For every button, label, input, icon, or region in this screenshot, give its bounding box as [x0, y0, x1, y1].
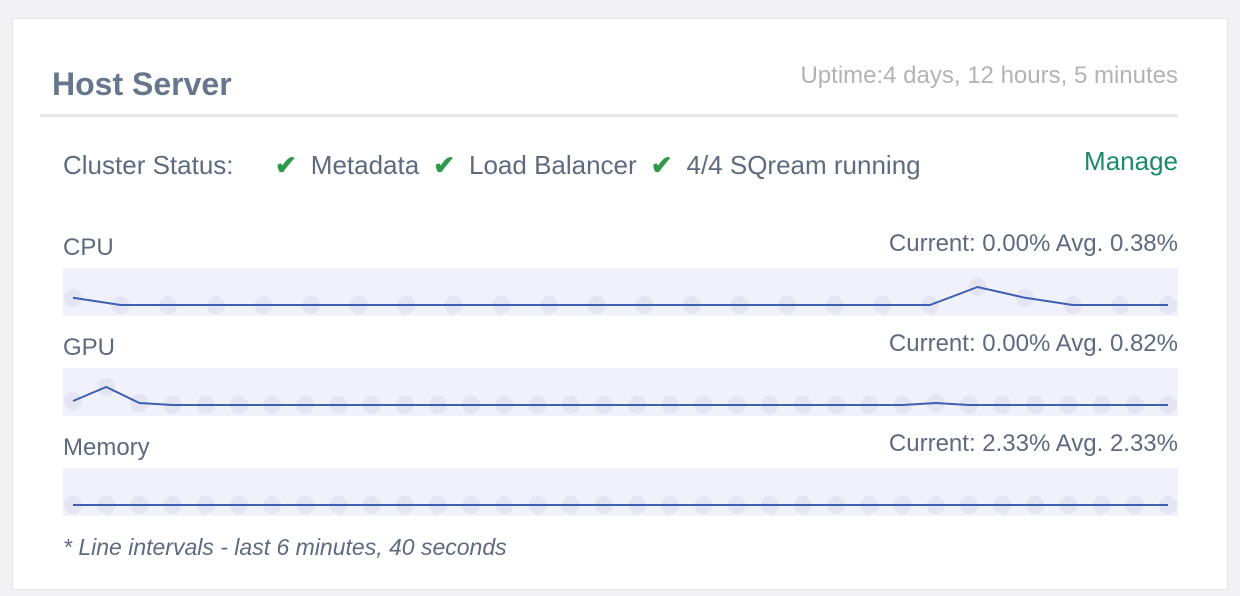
status-item-metadata: ✔ Metadata [275, 150, 419, 181]
check-icon: ✔ [433, 150, 455, 180]
metric-name: CPU [63, 234, 114, 261]
footnote: * Line intervals - last 6 minutes, 40 se… [63, 534, 507, 560]
cluster-status-row: Cluster Status: ✔ Metadata ✔ Load Balanc… [63, 146, 1178, 186]
status-item-sqream: ✔ 4/4 SQream running [651, 150, 921, 181]
manage-link[interactable]: Manage [1084, 146, 1178, 177]
metric-name: Memory [63, 434, 150, 461]
cpu-sparkline-chart [64, 278, 1177, 314]
memory-sparkline [63, 468, 1178, 516]
check-icon: ✔ [650, 150, 673, 180]
cluster-status-items: ✔ Metadata ✔ Load Balancer ✔ 4/4 SQream … [275, 150, 935, 181]
cpu-sparkline [63, 268, 1178, 316]
status-item-label: 4/4 SQream running [686, 150, 921, 180]
metric-name: GPU [63, 334, 116, 361]
gpu-sparkline-chart [64, 378, 1177, 414]
uptime-text: Uptime:4 days, 12 hours, 5 minutes [800, 62, 1178, 89]
memory-sparkline-chart [64, 496, 1177, 514]
metric-stats: Current: 0.00% Avg. 0.38% [888, 230, 1178, 257]
status-item-label: Metadata [310, 150, 420, 180]
sparkline-line [72, 285, 1168, 306]
gpu-sparkline [63, 368, 1178, 416]
metric-stats: Current: 0.00% Avg. 0.82% [888, 330, 1178, 357]
status-item-load-balancer: ✔ Load Balancer [433, 150, 636, 181]
card-header: Host Server Uptime:4 days, 12 hours, 5 m… [40, 44, 1178, 117]
cluster-status-label: Cluster Status: [63, 150, 234, 180]
check-icon: ✔ [275, 150, 297, 180]
page-title: Host Server [52, 66, 232, 102]
status-item-label: Load Balancer [469, 150, 637, 180]
metric-stats: Current: 2.33% Avg. 2.33% [888, 430, 1178, 457]
